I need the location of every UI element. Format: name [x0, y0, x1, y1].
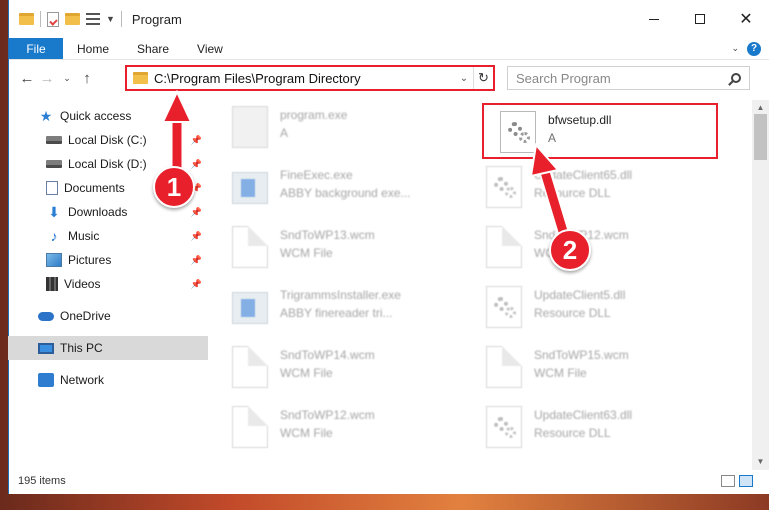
application-icon — [232, 172, 268, 204]
address-path[interactable]: C:\Program Files\Program Directory — [154, 71, 455, 86]
minimize-button[interactable] — [631, 0, 677, 38]
disk-icon — [46, 136, 62, 144]
file-item[interactable]: SndToWP15.wcm WCM File — [470, 340, 706, 396]
navigation-pane: ★ Quick access Local Disk (C:) 📌 Local D… — [8, 100, 208, 470]
tab-view[interactable]: View — [183, 38, 237, 59]
details-view-icon[interactable] — [721, 475, 735, 487]
tab-share[interactable]: Share — [123, 38, 183, 59]
recent-locations-chevron-icon[interactable]: ⌄ — [57, 73, 77, 84]
videos-icon — [46, 277, 58, 291]
file-page-icon — [232, 226, 268, 268]
download-icon: ⬇ — [48, 204, 60, 220]
chevron-down-icon[interactable]: ▼ — [106, 14, 115, 24]
address-row: ← → ⌄ ↑ C:\Program Files\Program Directo… — [9, 60, 769, 96]
file-item[interactable]: TrigrammsInstaller.exe ABBY finereader tr… — [216, 280, 452, 336]
executable-icon — [232, 106, 268, 148]
address-dropdown-icon[interactable]: ⌄ — [455, 73, 473, 84]
computer-icon — [38, 342, 54, 354]
application-icon — [232, 292, 268, 324]
network-icon — [38, 373, 54, 387]
sidebar-item-this-pc[interactable]: This PC — [8, 336, 208, 360]
sidebar-item-pictures[interactable]: Pictures 📌 — [8, 248, 208, 272]
expand-ribbon-icon[interactable]: ⌄ — [731, 43, 739, 54]
file-item[interactable]: SndToWP13.wcm WCM File — [216, 220, 452, 276]
dll-gear-icon — [500, 111, 536, 153]
properties-checkmark-icon[interactable] — [47, 11, 59, 27]
sidebar-item-quick-access[interactable]: ★ Quick access — [8, 104, 208, 128]
file-item[interactable]: UpdateClient63.dll Resource DLL — [470, 400, 706, 456]
sidebar-item-local-disk-c[interactable]: Local Disk (C:) 📌 — [8, 128, 208, 152]
scrollbar-thumb[interactable] — [754, 114, 767, 160]
pin-icon: 📌 — [190, 278, 202, 289]
file-item[interactable]: UpdateClient5.dll Resource DLL — [470, 280, 706, 336]
pictures-icon — [46, 253, 62, 267]
maximize-button[interactable] — [677, 0, 723, 38]
quick-access-toolbar: ▼ — [19, 11, 122, 27]
up-arrow-icon[interactable]: ↑ — [77, 70, 97, 87]
ribbon-tabs: File Home Share View ⌄ ? — [9, 38, 769, 60]
file-list: program.exe A bfwsetup.dll A FineExec.exe A… — [216, 100, 737, 470]
cloud-icon — [38, 311, 54, 321]
tab-home[interactable]: Home — [63, 38, 123, 59]
window-title: Program — [131, 11, 182, 27]
dll-gear-icon — [486, 286, 522, 328]
documents-icon — [46, 181, 58, 195]
item-count: 195 items — [18, 475, 66, 487]
status-bar: 195 items — [8, 470, 761, 492]
help-icon[interactable]: ? — [747, 41, 761, 56]
file-page-icon — [486, 226, 522, 268]
file-item[interactable]: FineExec.exe ABBY background exe... — [216, 160, 452, 216]
search-icon — [731, 73, 741, 83]
file-page-icon — [232, 346, 268, 388]
search-input[interactable]: Search Program — [507, 66, 750, 90]
pin-icon: 📌 — [190, 134, 202, 145]
dll-gear-icon — [486, 406, 522, 448]
folder-icon — [133, 72, 148, 84]
customize-toolbar-icon[interactable] — [86, 13, 100, 25]
pin-icon: 📌 — [190, 254, 202, 265]
dll-gear-icon — [486, 166, 522, 208]
step-2-badge: 2 — [549, 229, 591, 271]
file-page-icon — [232, 406, 268, 448]
close-button[interactable]: ✕ — [723, 0, 769, 38]
search-placeholder: Search Program — [516, 70, 611, 86]
file-item[interactable]: UpdateClient65.dll Resource DLL — [470, 160, 706, 216]
new-folder-icon[interactable] — [65, 13, 80, 25]
forward-arrow-icon[interactable]: → — [37, 70, 57, 87]
sidebar-item-videos[interactable]: Videos 📌 — [8, 272, 208, 296]
step-1-badge: 1 — [153, 166, 195, 208]
maximize-icon — [695, 14, 705, 24]
sidebar-item-onedrive[interactable]: OneDrive — [8, 304, 208, 328]
file-item[interactable]: SndToWP14.wcm WCM File — [216, 340, 452, 396]
scroll-down-icon[interactable]: ▼ — [752, 454, 769, 470]
pin-icon: 📌 — [190, 230, 202, 241]
back-arrow-icon[interactable]: ← — [17, 70, 37, 87]
tiles-view-icon[interactable] — [739, 475, 753, 487]
minimize-icon — [649, 18, 659, 20]
music-icon: ♪ — [50, 228, 58, 244]
pin-icon: 📌 — [190, 206, 202, 217]
address-bar[interactable]: C:\Program Files\Program Directory ⌄ ↻ — [125, 65, 495, 91]
vertical-scrollbar[interactable]: ▲ ▼ — [752, 100, 769, 470]
pin-icon: 📌 — [190, 158, 202, 169]
title-bar: ▼ Program ✕ — [9, 0, 769, 38]
star-icon: ★ — [39, 108, 53, 124]
file-page-icon — [486, 346, 522, 388]
folder-icon — [19, 13, 34, 25]
refresh-icon[interactable]: ↻ — [473, 67, 493, 89]
file-item[interactable]: SndToWP12.wcmWCM File — [216, 400, 452, 456]
file-item[interactable]: program.exe A — [216, 100, 452, 156]
disk-icon — [46, 160, 62, 168]
file-item-bfwsetup-dll[interactable]: bfwsetup.dll A — [482, 103, 718, 159]
tab-file[interactable]: File — [9, 38, 63, 59]
sidebar-item-music[interactable]: ♪ Music 📌 — [8, 224, 208, 248]
close-icon: ✕ — [739, 11, 753, 28]
sidebar-item-network[interactable]: Network — [8, 368, 208, 392]
